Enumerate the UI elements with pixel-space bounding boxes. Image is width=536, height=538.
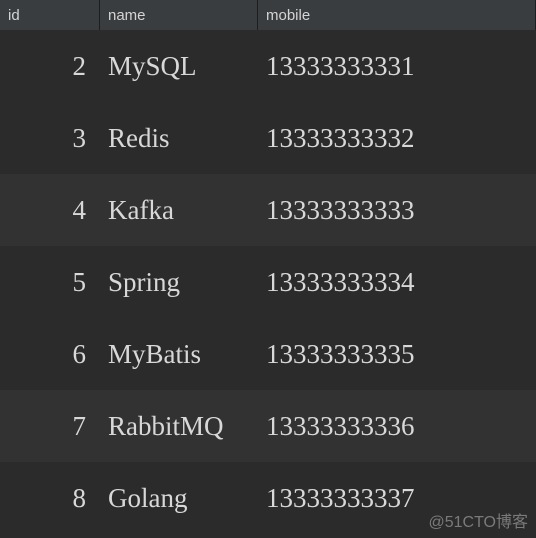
table-row[interactable]: 4 Kafka 13333333333 xyxy=(0,174,536,246)
column-header-name[interactable]: name xyxy=(100,0,258,30)
cell-mobile: 13333333336 xyxy=(258,390,536,462)
cell-mobile: 13333333333 xyxy=(258,174,536,246)
cell-name: MyBatis xyxy=(100,318,258,390)
table-row[interactable]: 6 MyBatis 13333333335 xyxy=(0,318,536,390)
cell-id: 3 xyxy=(0,102,100,174)
column-header-mobile[interactable]: mobile xyxy=(258,0,536,30)
cell-mobile: 13333333334 xyxy=(258,246,536,318)
cell-id: 7 xyxy=(0,390,100,462)
data-table: id name mobile 2 MySQL 13333333331 3 Red… xyxy=(0,0,536,538)
cell-name: Redis xyxy=(100,102,258,174)
cell-name: Spring xyxy=(100,246,258,318)
cell-id: 8 xyxy=(0,462,100,534)
cell-id: 2 xyxy=(0,30,100,102)
table-header-row: id name mobile xyxy=(0,0,536,30)
cell-mobile: 13333333331 xyxy=(258,30,536,102)
table-row[interactable]: 2 MySQL 13333333331 xyxy=(0,30,536,102)
table-row[interactable]: 7 RabbitMQ 13333333336 xyxy=(0,390,536,462)
cell-mobile: 13333333335 xyxy=(258,318,536,390)
watermark-text: @51CTO博客 xyxy=(428,508,528,532)
cell-name: Kafka xyxy=(100,174,258,246)
cell-id: 5 xyxy=(0,246,100,318)
cell-id: 4 xyxy=(0,174,100,246)
cell-name: MySQL xyxy=(100,30,258,102)
cell-mobile: 13333333332 xyxy=(258,102,536,174)
table-row[interactable]: 3 Redis 13333333332 xyxy=(0,102,536,174)
cell-id: 6 xyxy=(0,318,100,390)
column-header-id[interactable]: id xyxy=(0,0,100,30)
cell-name: Golang xyxy=(100,462,258,534)
table-row[interactable]: 5 Spring 13333333334 xyxy=(0,246,536,318)
cell-name: RabbitMQ xyxy=(100,390,258,462)
